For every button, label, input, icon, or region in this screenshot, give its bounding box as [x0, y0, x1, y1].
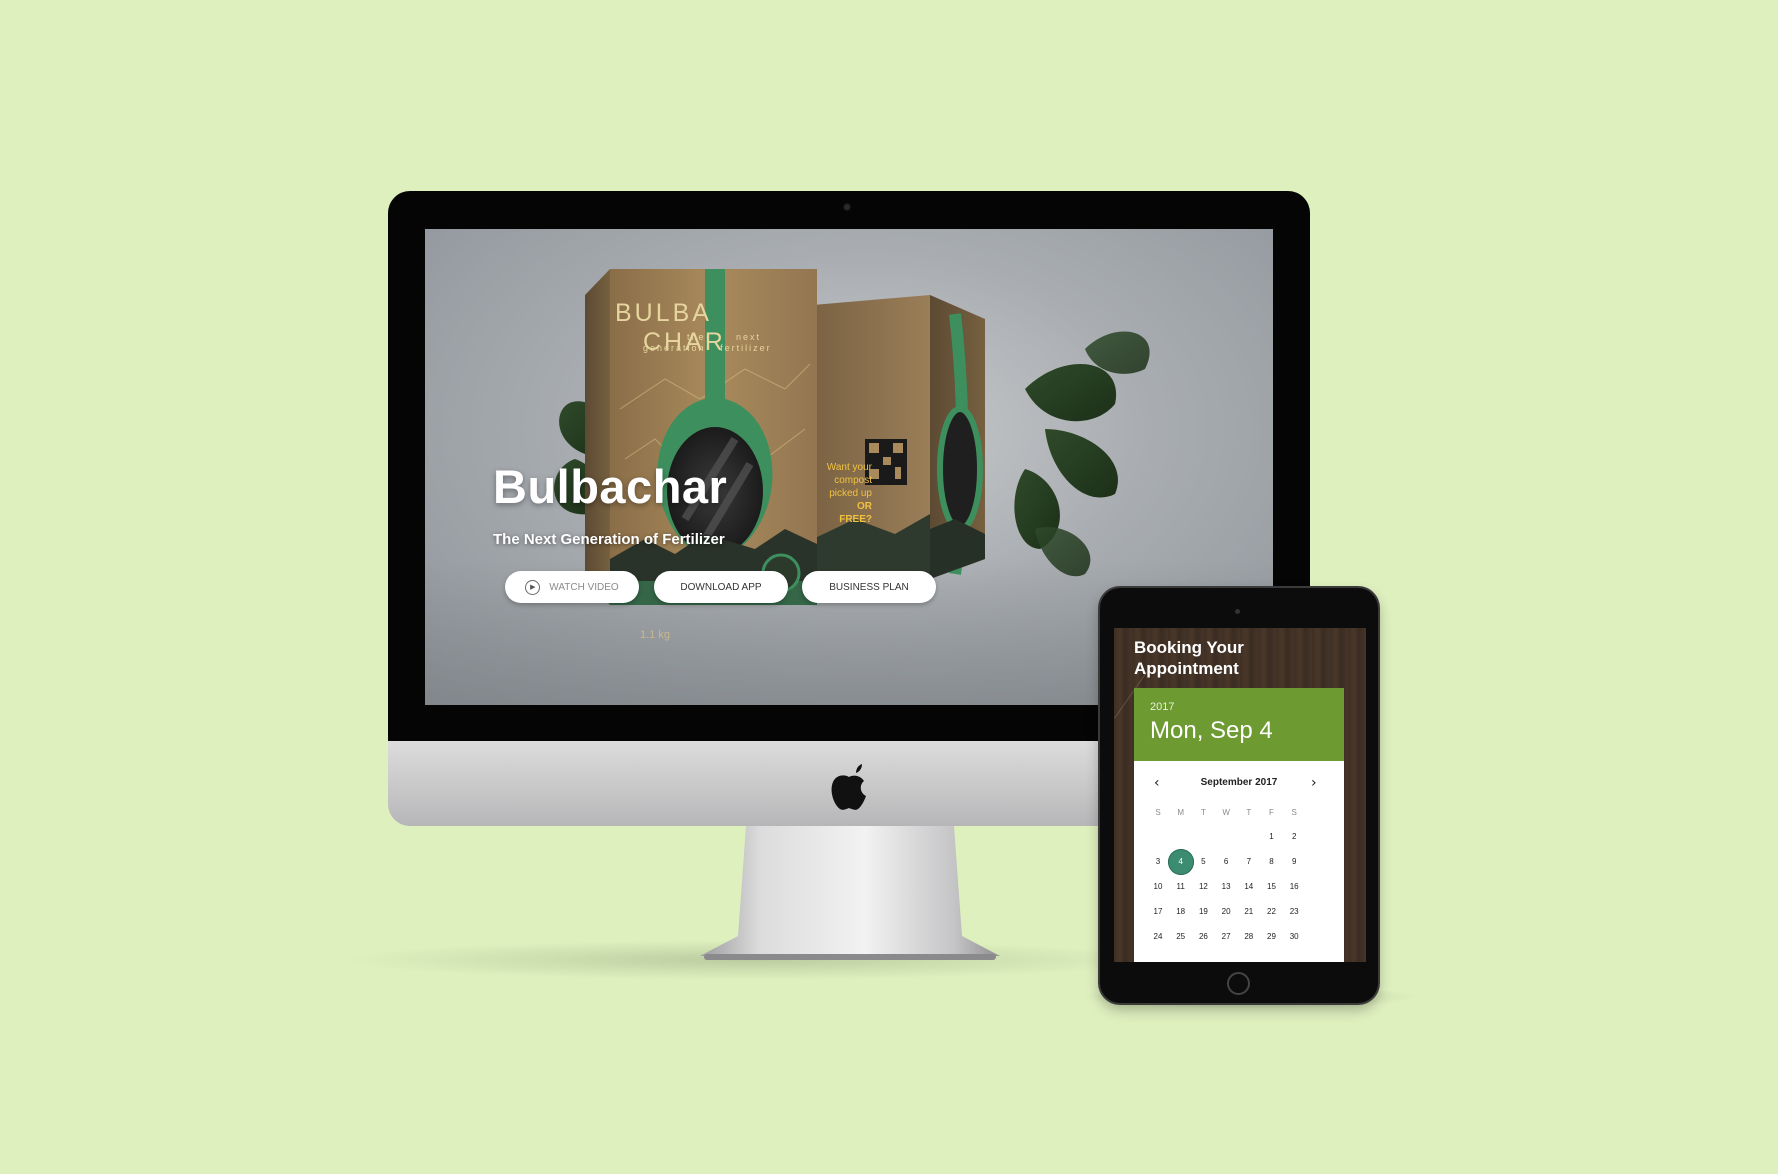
date-picker: 2017 Mon, Sep 4 ‹ September 2017 › SMTWT…: [1134, 688, 1344, 962]
package-tagline2-left: generation: [643, 343, 706, 353]
booking-screen: Booking Your Appointment 2017 Mon, Sep 4…: [1114, 628, 1366, 962]
watch-video-button[interactable]: ▶ WATCH VIDEO: [505, 571, 639, 603]
package-tagline-right: next: [736, 332, 762, 342]
leaf: [1045, 429, 1118, 498]
calendar-day[interactable]: 9: [1281, 849, 1307, 875]
package-tagline2-right: fertilizer: [720, 343, 772, 353]
hero-subtitle: The Next Generation of Fertilizer: [493, 531, 725, 548]
business-plan-button[interactable]: BUSINESS PLAN: [802, 571, 936, 603]
watch-video-label: WATCH VIDEO: [549, 581, 619, 593]
promo-line: picked up: [829, 488, 872, 499]
leaf: [1025, 363, 1117, 422]
package-tagline: the next generation fertilizer: [643, 332, 817, 354]
tablet-camera: [1235, 609, 1240, 614]
hero-title: Bulbachar: [493, 460, 728, 513]
package-brand-left: BULBA: [615, 299, 711, 327]
weekday-label: S: [1291, 808, 1297, 817]
package-tagline-left: the: [687, 332, 706, 342]
picker-selected-date: Mon, Sep 4: [1150, 717, 1273, 744]
apple-logo-icon: [831, 764, 866, 810]
promo-line: compost: [834, 475, 872, 486]
calendar-day[interactable]: 2: [1281, 824, 1307, 850]
tablet-device: Booking Your Appointment 2017 Mon, Sep 4…: [1100, 588, 1378, 1003]
business-plan-label: BUSINESS PLAN: [829, 581, 909, 593]
picker-year[interactable]: 2017: [1150, 701, 1174, 713]
chevron-right-icon[interactable]: ›: [1311, 776, 1317, 790]
promo-line: Want your: [826, 462, 872, 473]
package-promo: Want your compost picked up OR FREE?: [822, 461, 872, 526]
calendar-day[interactable]: 16: [1281, 874, 1307, 900]
imac-camera: [844, 204, 850, 210]
leaf: [1035, 527, 1091, 577]
booking-title-line2: Appointment: [1134, 659, 1239, 678]
play-icon: ▶: [525, 579, 541, 595]
booking-title: Booking Your Appointment: [1134, 637, 1334, 679]
download-app-button[interactable]: DOWNLOAD APP: [654, 571, 788, 603]
download-app-label: DOWNLOAD APP: [680, 581, 762, 593]
promo-line: OR FREE?: [839, 501, 872, 525]
package-weight: 1.1 kg: [640, 629, 670, 641]
calendar-day[interactable]: 23: [1281, 899, 1307, 925]
home-button[interactable]: [1227, 972, 1250, 995]
calendar-day[interactable]: 30: [1281, 924, 1307, 950]
booking-title-line1: Booking Your: [1134, 638, 1244, 657]
date-picker-header: 2017 Mon, Sep 4: [1134, 688, 1344, 761]
imac-stand: [700, 826, 1000, 960]
